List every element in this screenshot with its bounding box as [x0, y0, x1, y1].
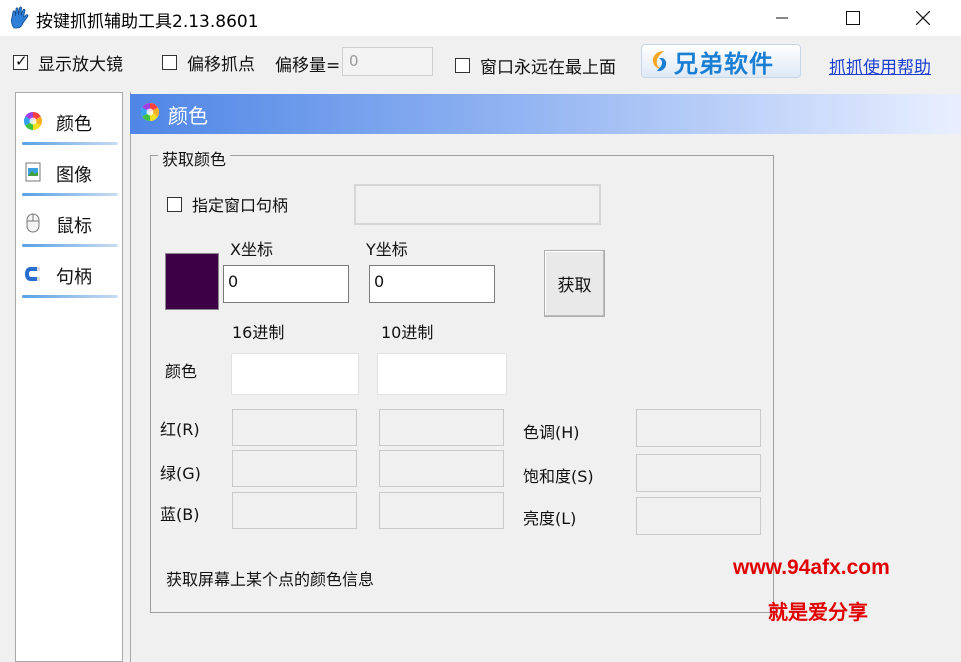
y-coordinate-input[interactable]: 0	[369, 265, 495, 303]
brand-logo[interactable]: 兄弟软件	[641, 44, 801, 78]
brand-swirl-icon	[652, 51, 667, 72]
checkbox-checked-icon	[13, 52, 28, 70]
always-on-top-label: 窗口永远在最上面	[480, 58, 616, 78]
sidebar-item-color[interactable]: 颜色	[16, 99, 122, 150]
handle-input[interactable]	[354, 184, 601, 225]
maximize-button[interactable]	[830, 0, 876, 36]
sidebar-divider	[22, 295, 118, 298]
green-label: 绿(G)	[160, 464, 201, 483]
blue-dec-field[interactable]	[379, 492, 504, 529]
hue-label: 色调(H)	[523, 423, 580, 442]
sidebar-item-image[interactable]: 图像	[16, 150, 122, 201]
close-icon	[916, 11, 930, 25]
offset-point-checkbox[interactable]: 偏移抓点	[162, 50, 255, 75]
sidebar-item-label: 图像	[56, 165, 92, 186]
panel-header: 颜色	[130, 94, 961, 134]
sidebar-item-label: 句柄	[56, 267, 92, 288]
color-swatch	[165, 253, 219, 310]
title-bar: 按键抓抓辅助工具2.13.8601	[0, 0, 961, 36]
color-wheel-icon	[140, 103, 160, 121]
specify-handle-label: 指定窗口句柄	[192, 196, 289, 215]
green-hex-field[interactable]	[232, 450, 357, 487]
offset-amount-input[interactable]: 0	[342, 47, 433, 76]
decimal-label: 10进制	[381, 323, 434, 342]
hue-field[interactable]	[636, 409, 761, 447]
mouse-icon	[26, 213, 40, 233]
maximize-icon	[846, 11, 860, 25]
sidebar-item-handle[interactable]: 句柄	[16, 252, 122, 303]
hand-app-icon	[11, 6, 29, 29]
lightness-field[interactable]	[636, 497, 761, 535]
sidebar-divider	[22, 244, 118, 247]
get-button[interactable]: 获取	[544, 250, 605, 317]
x-coordinate-input[interactable]: 0	[223, 265, 349, 303]
group-title: 获取颜色	[158, 146, 231, 170]
checkbox-unchecked-icon	[167, 196, 182, 212]
show-magnifier-checkbox[interactable]: 显示放大镜	[13, 50, 123, 75]
saturation-field[interactable]	[636, 454, 761, 492]
sidebar-item-label: 鼠标	[56, 216, 92, 237]
x-coordinate-label: X坐标	[230, 240, 273, 259]
offset-point-label: 偏移抓点	[187, 55, 255, 75]
watermark-slogan: 就是爱分享	[768, 600, 868, 624]
minimize-icon	[776, 17, 788, 19]
sidebar-item-label: 颜色	[56, 114, 92, 135]
red-hex-field[interactable]	[232, 409, 357, 446]
hex-label: 16进制	[232, 323, 285, 342]
checkbox-unchecked-icon	[455, 58, 470, 73]
hex-color-field[interactable]	[231, 353, 359, 395]
blue-label: 蓝(B)	[160, 505, 200, 524]
always-on-top-checkbox[interactable]: 窗口永远在最上面	[455, 53, 616, 78]
sidebar-divider	[22, 193, 118, 196]
y-coordinate-label: Y坐标	[366, 240, 408, 259]
color-value-label: 颜色	[165, 362, 198, 381]
sidebar-item-mouse[interactable]: 鼠标	[16, 201, 122, 252]
sidebar: 颜色 图像 鼠标 句柄	[15, 92, 123, 662]
minimize-button[interactable]	[759, 0, 805, 36]
watermark-url: www.94afx.com	[733, 556, 890, 579]
blue-hex-field[interactable]	[232, 492, 357, 529]
window-title: 按键抓抓辅助工具2.13.8601	[36, 12, 259, 32]
offset-amount-label: 偏移量=	[275, 56, 341, 76]
help-link[interactable]: 抓抓使用帮助	[829, 53, 931, 78]
red-dec-field[interactable]	[379, 409, 504, 446]
saturation-label: 饱和度(S)	[523, 467, 594, 486]
red-label: 红(R)	[160, 420, 200, 439]
panel-title: 颜色	[168, 104, 208, 128]
green-dec-field[interactable]	[379, 450, 504, 487]
checkbox-unchecked-icon	[162, 55, 177, 70]
sidebar-divider	[22, 142, 118, 145]
decimal-color-field[interactable]	[377, 353, 507, 395]
color-wheel-icon	[23, 112, 43, 130]
magnet-icon	[25, 267, 40, 281]
image-icon	[25, 162, 41, 182]
toolbar: 显示放大镜 偏移抓点 偏移量= 0 窗口永远在最上面 兄弟软件 抓抓使用帮助	[0, 36, 961, 90]
description-text: 获取屏幕上某个点的颜色信息	[166, 570, 375, 589]
brand-text: 兄弟软件	[674, 49, 774, 78]
lightness-label: 亮度(L)	[523, 509, 577, 528]
show-magnifier-label: 显示放大镜	[38, 55, 123, 75]
specify-handle-checkbox[interactable]: 指定窗口句柄	[167, 192, 288, 216]
close-button[interactable]	[900, 0, 946, 36]
